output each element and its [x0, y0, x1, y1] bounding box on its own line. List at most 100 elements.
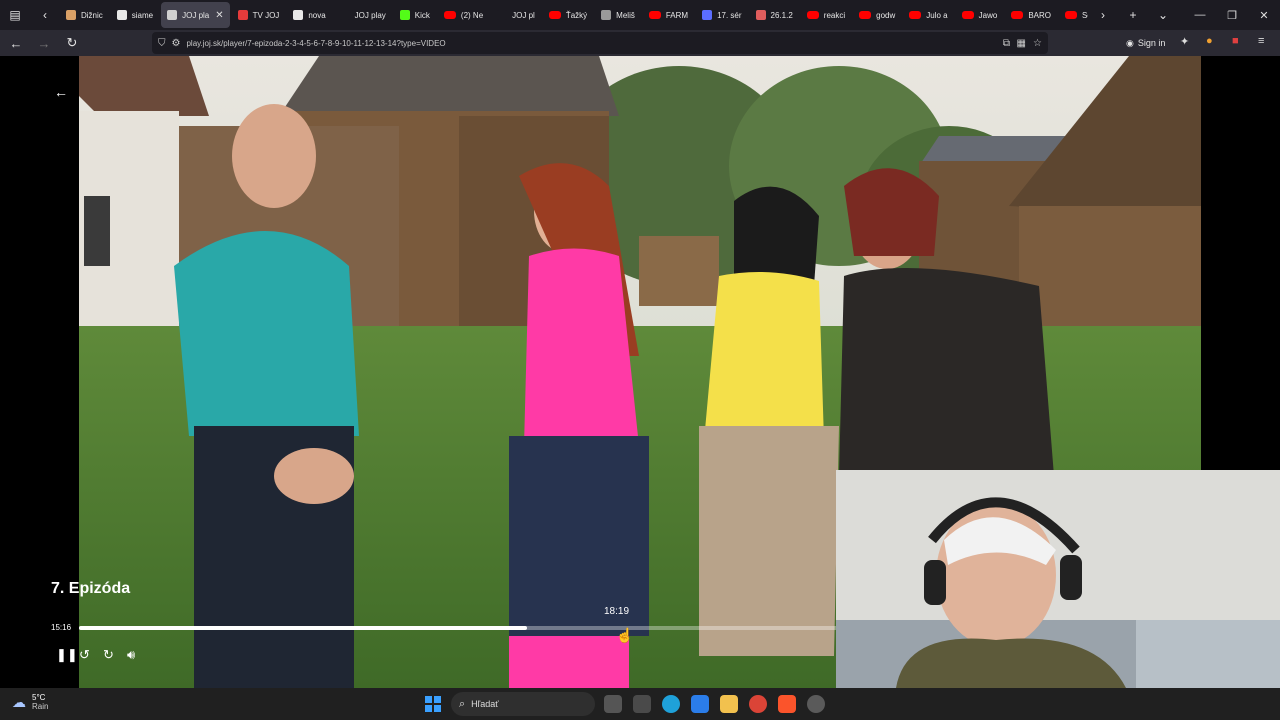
browser-tab[interactable]: Dižnic [60, 2, 109, 28]
close-window-icon[interactable]: ✕ [1248, 9, 1280, 22]
rain-cloud-icon: ☁ [12, 693, 26, 710]
browser-tab[interactable]: BARO [1005, 2, 1057, 28]
weather-temperature: 5°C [32, 693, 46, 702]
new-tab-icon[interactable]: + [1121, 3, 1145, 27]
browser-tab[interactable]: nova [287, 2, 331, 28]
store-icon[interactable] [633, 695, 651, 713]
extension-badge-icon[interactable]: ● [1206, 35, 1213, 47]
steam-icon[interactable] [807, 695, 825, 713]
browser-tab[interactable]: So Pa [1059, 2, 1088, 28]
url-bar[interactable]: ⛉ ⚙ play.joj.sk/player/7-epizoda-2-3-4-5… [152, 32, 1048, 54]
browser-tab[interactable]: TV JOJ [232, 2, 286, 28]
rewind-icon[interactable]: ↺ [79, 647, 90, 663]
current-time: 15:16 [51, 623, 72, 632]
browser-tab[interactable]: FARM [643, 2, 694, 28]
youtube-favicon-icon [909, 11, 922, 19]
task-view-icon[interactable] [604, 695, 622, 713]
tab-favicon-icon [293, 10, 304, 20]
minimize-icon[interactable]: — [1184, 9, 1216, 21]
scroll-tabs-right-icon[interactable]: › [1091, 3, 1115, 27]
webcam-overlay [836, 470, 1280, 688]
browser-tab[interactable]: Julo a [903, 2, 953, 28]
tab-label: Meliš [616, 10, 635, 20]
youtube-favicon-icon [1011, 11, 1024, 19]
scroll-tabs-left-icon[interactable]: ‹ [33, 3, 57, 27]
extensions-icon[interactable]: ✦ [1180, 35, 1189, 48]
tab-label: So Pa [1081, 10, 1088, 20]
close-tab-icon[interactable]: ✕ [215, 10, 223, 21]
permissions-icon[interactable]: ⚙ [172, 38, 181, 49]
tab-label: JOJ pla [182, 10, 210, 20]
browser-nav-bar: ← → ↻ ⛉ ⚙ play.joj.sk/player/7-epizoda-2… [0, 30, 1280, 56]
file-explorer-icon[interactable] [720, 695, 738, 713]
browser-tab[interactable]: (2) Ne [438, 2, 489, 28]
episode-title: 7. Epizóda [51, 580, 131, 597]
browser-tab[interactable]: 17. sér [696, 2, 747, 28]
brave-icon[interactable] [778, 695, 796, 713]
search-icon: ⌕ [459, 697, 466, 710]
tab-favicon-icon [237, 10, 248, 20]
browser-tab[interactable]: reakci [801, 2, 851, 28]
seek-bar[interactable] [79, 626, 839, 630]
account-icon: ◉ [1126, 37, 1134, 48]
tab-label: 26.1.2 [770, 10, 793, 20]
browser-tab[interactable]: godw [853, 2, 901, 28]
sign-in-button[interactable]: ◉ Sign in [1126, 35, 1165, 51]
menu-icon[interactable]: ≡ [1258, 35, 1264, 47]
tab-label: FARM [665, 10, 689, 20]
volume-icon[interactable]: 🔊︎ [127, 647, 135, 663]
browser-tab[interactable]: JOJ pl [491, 2, 541, 28]
browser-tab[interactable]: JOJ play [334, 2, 392, 28]
edge-icon[interactable] [662, 695, 680, 713]
windows-start-icon[interactable] [425, 696, 441, 712]
taskbar-search[interactable]: ⌕ Hľadať [451, 692, 595, 716]
search-label: Hľadať [471, 699, 499, 709]
tab-label: JOJ pl [512, 10, 535, 20]
tab-label: nova [308, 10, 326, 20]
youtube-favicon-icon [548, 11, 561, 19]
restore-icon[interactable]: ❐ [1216, 9, 1248, 22]
chrome-icon[interactable] [749, 695, 767, 713]
tab-favicon-icon [497, 10, 508, 20]
back-arrow-icon[interactable]: ← [54, 84, 68, 100]
browser-tab-bar: ▤ ‹ Dižnic siame JOJ pla ✕ TV JOJ nova JOJ pla… [0, 0, 1280, 30]
tab-label: BARO [1028, 10, 1051, 20]
tab-label: JOJ play [354, 10, 386, 20]
tab-label: 17. sér [717, 10, 742, 20]
hover-time-tooltip: 18:19 [604, 606, 630, 617]
tab-label: Ťažký [565, 10, 588, 20]
tab-label: (2) Ne [460, 10, 484, 20]
youtube-favicon-icon [443, 11, 456, 19]
bookmark-star-icon[interactable]: ☆ [1033, 38, 1042, 49]
reload-icon[interactable]: ↻ [60, 31, 84, 55]
tab-favicon-icon [702, 10, 713, 20]
forward-icon[interactable]: ↻ [103, 647, 114, 663]
window-controls: — ❐ ✕ [1184, 9, 1280, 22]
browser-tab[interactable]: siame [111, 2, 159, 28]
browser-tab[interactable]: JOJ pla ✕ [161, 2, 230, 28]
picture-in-picture-icon[interactable]: ⧉ [1003, 38, 1010, 49]
youtube-favicon-icon [961, 11, 974, 19]
pause-icon[interactable]: ❚❚ [56, 647, 78, 663]
tab-overview-icon[interactable]: ▤ [3, 3, 27, 27]
mouse-cursor-icon: ☝ [616, 627, 634, 643]
tab-label: Julo a [926, 10, 948, 20]
weather-widget[interactable]: ☁ 5°C Rain [12, 693, 48, 711]
browser-tab[interactable]: Meliš [595, 2, 641, 28]
extension-red-icon[interactable]: ■ [1232, 35, 1239, 47]
url-text[interactable]: play.joj.sk/player/7-epizoda-2-3-4-5-6-7… [186, 39, 445, 48]
forward-nav-icon[interactable]: → [32, 31, 56, 55]
photos-icon[interactable] [691, 695, 709, 713]
browser-tab[interactable]: Ťažký [543, 2, 593, 28]
youtube-favicon-icon [1064, 11, 1077, 19]
tab-label: godw [876, 10, 896, 20]
browser-tab[interactable]: Kick [394, 2, 436, 28]
tab-list-icon[interactable]: ⌄ [1151, 3, 1175, 27]
browser-tab[interactable]: 26.1.2 [750, 2, 799, 28]
browser-tab[interactable]: Jawo [956, 2, 1004, 28]
reader-view-icon[interactable]: ▦ [1017, 38, 1026, 49]
back-nav-icon[interactable]: ← [4, 31, 28, 55]
shield-icon[interactable]: ⛉ [158, 38, 166, 49]
sign-in-label: Sign in [1137, 38, 1166, 48]
tab-label: Jawo [978, 10, 998, 20]
